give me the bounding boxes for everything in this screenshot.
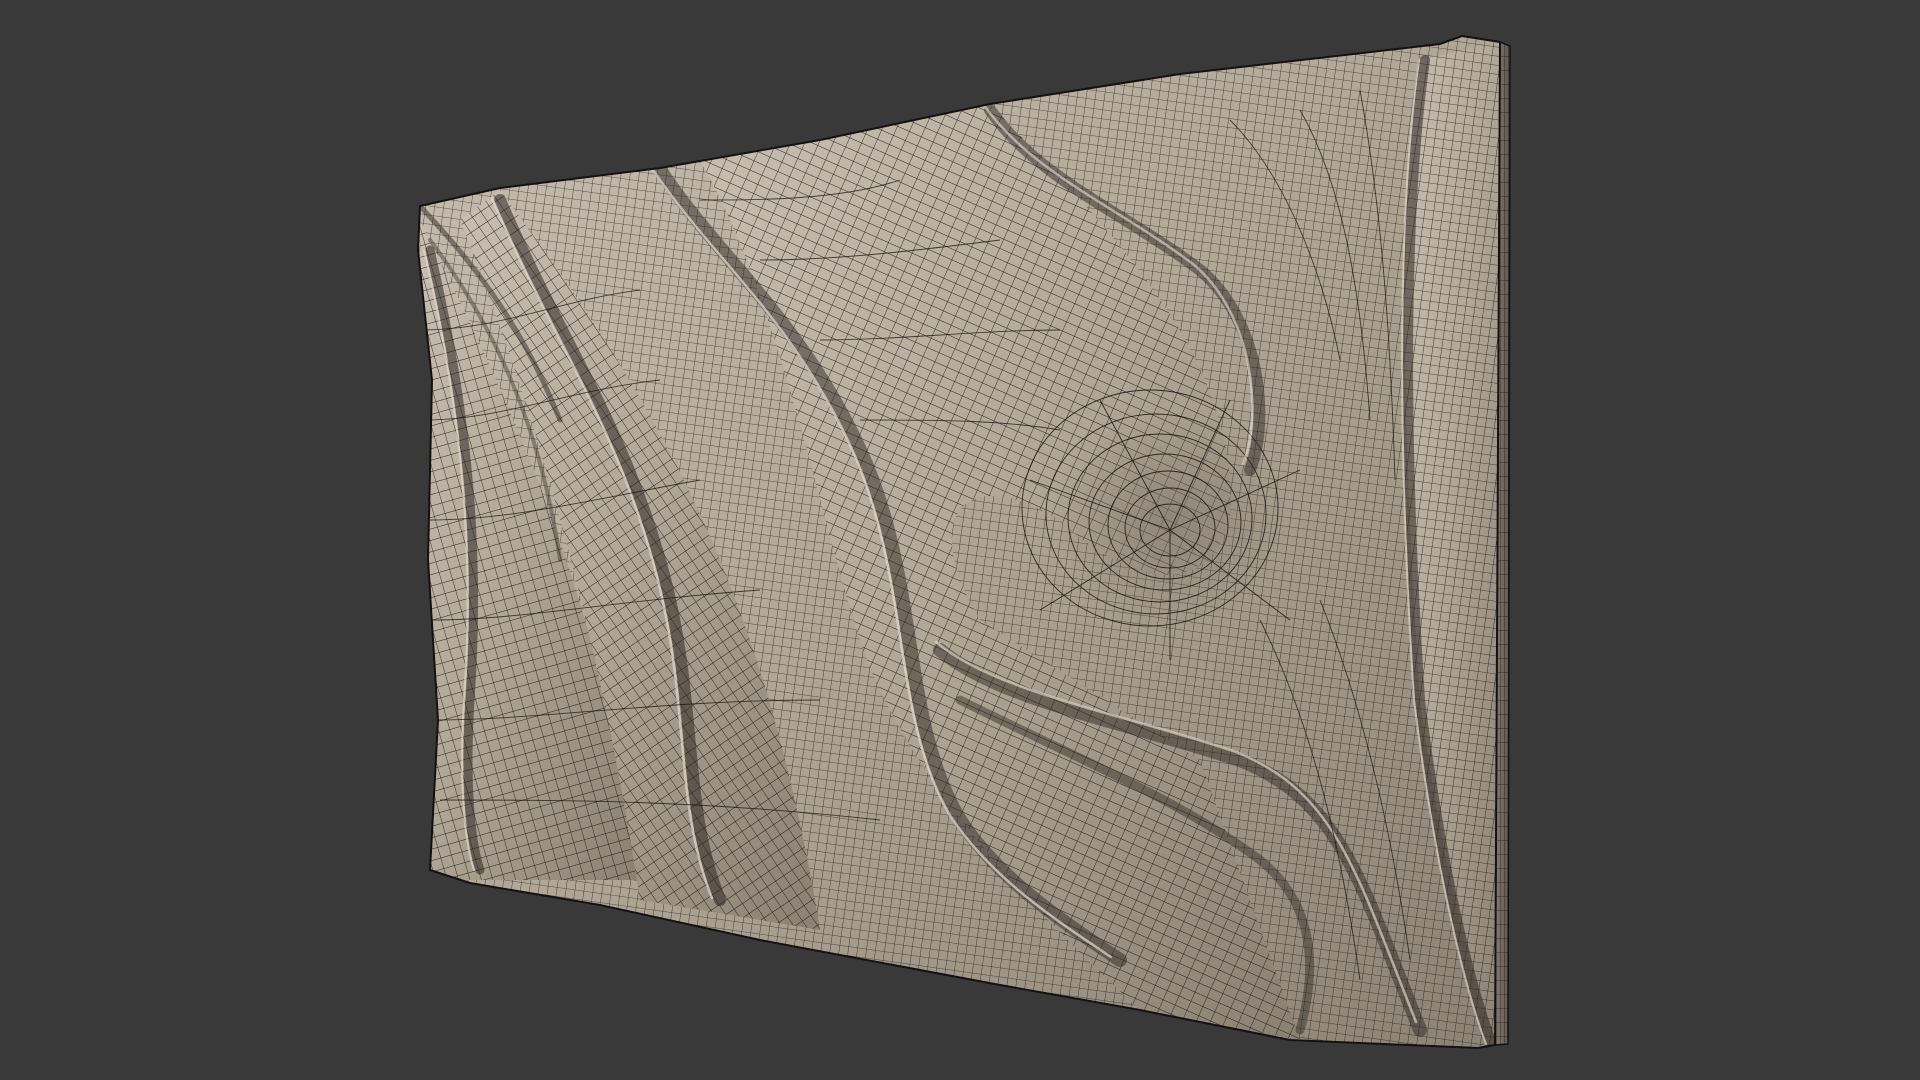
panel-front-face xyxy=(418,36,1500,1048)
3d-viewport[interactable] xyxy=(0,0,1920,1080)
wireframe-wall-panel xyxy=(417,35,1511,1049)
